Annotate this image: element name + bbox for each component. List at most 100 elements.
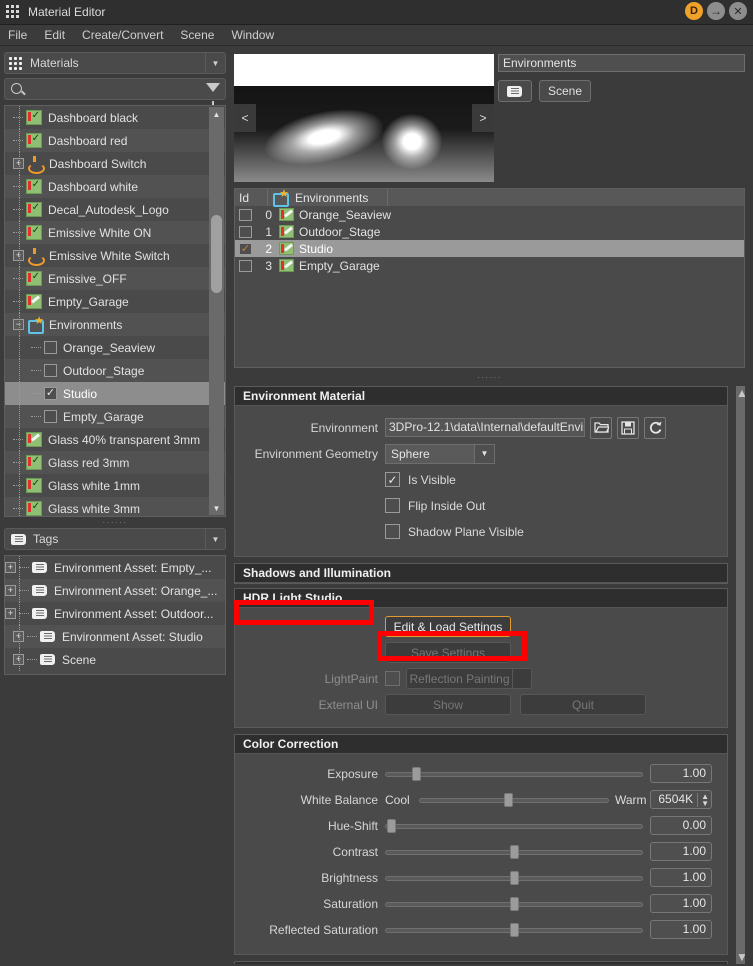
table-row[interactable]: ✓ 2 Studio: [235, 240, 744, 257]
materials-tree[interactable]: Dashboard black Dashboard red +Dashboard S…: [4, 105, 226, 517]
slider-knob[interactable]: [510, 870, 519, 885]
environment-geometry-select[interactable]: Sphere ▼: [385, 443, 495, 464]
materials-tree-item[interactable]: Emissive_OFF: [5, 267, 225, 290]
value-saturation[interactable]: 1.00: [650, 894, 712, 913]
tags-selector[interactable]: Tags ▼: [4, 528, 226, 550]
asset-name-field[interactable]: Environments: [498, 54, 745, 72]
tree-item-checkbox[interactable]: [44, 387, 57, 400]
materials-tree-item[interactable]: Glass white 1mm: [5, 474, 225, 497]
materials-tree-item[interactable]: Empty_Garage: [5, 290, 225, 313]
value-brightness[interactable]: 1.00: [650, 868, 712, 887]
row-checkbox[interactable]: [239, 225, 252, 238]
checkbox-flip-inside-out[interactable]: [385, 498, 400, 513]
tree-item-checkbox[interactable]: [44, 410, 57, 423]
checkbox-shadow-plane-visible[interactable]: [385, 524, 400, 539]
menu-item-scene[interactable]: Scene: [180, 28, 214, 42]
slider-knob[interactable]: [412, 766, 421, 781]
chevron-down-icon[interactable]: ▼: [205, 53, 225, 73]
properties-scrollbar[interactable]: ▲ ▼: [736, 386, 745, 964]
environment-path-input[interactable]: 3DPro-12.1\data\Internal\defaultEnvironm…: [385, 418, 585, 437]
edit-load-settings-button[interactable]: Edit & Load Settings: [385, 616, 511, 637]
table-row[interactable]: 3 Empty_Garage: [235, 257, 744, 274]
scroll-down-icon[interactable]: ▼: [209, 501, 224, 515]
scroll-up-icon[interactable]: ▲: [209, 107, 224, 121]
tags-tree-item[interactable]: + Environment Asset: Outdoor...: [5, 602, 225, 625]
tree-expander-icon[interactable]: +: [5, 562, 16, 573]
scroll-down-icon[interactable]: ▼: [736, 950, 745, 964]
quit-button[interactable]: Quit: [520, 694, 646, 715]
scroll-up-icon[interactable]: ▲: [736, 386, 745, 400]
scene-button[interactable]: Scene: [539, 80, 592, 102]
preview-next-button[interactable]: >: [472, 104, 494, 132]
value-white-balance[interactable]: 6504K ▲ ▼: [650, 790, 712, 809]
slider-brightness[interactable]: [385, 870, 643, 886]
materials-tree-scrollbar[interactable]: ▲ ▼: [209, 107, 224, 515]
materials-tree-item[interactable]: Dashboard red: [5, 129, 225, 152]
slider-knob[interactable]: [510, 896, 519, 911]
tags-tree[interactable]: + Environment Asset: Empty_... + Environmen…: [4, 555, 226, 675]
slider-reflected-saturation[interactable]: [385, 922, 643, 938]
tags-tree-item[interactable]: + Scene: [5, 648, 225, 671]
tags-tree-item[interactable]: + Environment Asset: Empty_...: [5, 556, 225, 579]
row-checkbox[interactable]: [239, 259, 252, 272]
materials-tree-item[interactable]: Emissive White ON: [5, 221, 225, 244]
environment-preview[interactable]: < >: [234, 54, 494, 182]
group-header-environment-material[interactable]: Environment Material: [235, 387, 727, 406]
slider-white-balance[interactable]: [419, 792, 609, 808]
materials-tree-item[interactable]: −Environments: [5, 313, 225, 336]
materials-tree-item[interactable]: Glass red 3mm: [5, 451, 225, 474]
slider-knob[interactable]: [387, 818, 396, 833]
slider-exposure[interactable]: [385, 766, 643, 782]
value-reflected-saturation[interactable]: 1.00: [650, 920, 712, 939]
show-button[interactable]: Show: [385, 694, 511, 715]
slider-hue-shift[interactable]: [385, 818, 643, 834]
row-checkbox[interactable]: ✓: [239, 242, 252, 255]
value-contrast[interactable]: 1.00: [650, 842, 712, 861]
group-header-shadows-illumination[interactable]: Shadows and Illumination: [235, 564, 727, 583]
materials-selector[interactable]: Materials ▼: [4, 52, 226, 74]
lightpaint-checkbox[interactable]: [385, 671, 400, 686]
column-header-environments[interactable]: Environments: [268, 189, 388, 207]
materials-tree-item[interactable]: + Emissive White Switch: [5, 244, 225, 267]
close-icon[interactable]: ✕: [729, 2, 747, 20]
reflection-painting-button[interactable]: Reflection Painting: [406, 668, 513, 689]
group-header-color-correction[interactable]: Color Correction: [235, 735, 727, 754]
save-settings-button[interactable]: Save Settings: [385, 642, 511, 663]
materials-tree-item[interactable]: Orange_Seaview: [5, 336, 225, 359]
search-input[interactable]: [31, 82, 219, 96]
value-exposure[interactable]: 1.00: [650, 764, 712, 783]
menu-item-window[interactable]: Window: [231, 28, 274, 42]
value-hue-shift[interactable]: 0.00: [650, 816, 712, 835]
chevron-down-icon[interactable]: ▼: [205, 529, 225, 549]
floppy-disk-icon[interactable]: [617, 416, 639, 439]
menu-item-edit[interactable]: Edit: [44, 28, 65, 42]
materials-tree-item[interactable]: Studio: [5, 382, 225, 405]
horizontal-splitter[interactable]: ······: [234, 372, 745, 384]
left-splitter[interactable]: ······: [4, 517, 226, 528]
slider-knob[interactable]: [510, 844, 519, 859]
menu-item-file[interactable]: File: [8, 28, 27, 42]
materials-tree-item[interactable]: Glass 40% transparent 3mm: [5, 428, 225, 451]
materials-tree-item[interactable]: Decal_Autodesk_Logo: [5, 198, 225, 221]
search-bar[interactable]: [4, 78, 226, 105]
tag-button[interactable]: [498, 80, 532, 102]
materials-tree-item[interactable]: Dashboard white: [5, 175, 225, 198]
tree-expander-icon[interactable]: +: [5, 608, 16, 619]
tags-tree-item[interactable]: + Environment Asset: Studio: [5, 625, 225, 648]
materials-tree-item[interactable]: Empty_Garage: [5, 405, 225, 428]
slider-saturation[interactable]: [385, 896, 643, 912]
column-header-id[interactable]: Id: [235, 189, 268, 206]
row-checkbox[interactable]: [239, 208, 252, 221]
scroll-thumb[interactable]: [736, 400, 745, 820]
folder-open-icon[interactable]: [590, 416, 612, 439]
checkbox-is-visible[interactable]: ✓: [385, 472, 400, 487]
tags-tree-item[interactable]: + Environment Asset: Orange_...: [5, 579, 225, 602]
filter-icon[interactable]: [206, 83, 220, 105]
materials-tree-item[interactable]: + Dashboard Switch: [5, 152, 225, 175]
table-row[interactable]: 1 Outdoor_Stage: [235, 223, 744, 240]
environments-table[interactable]: Id Environments 0 Orange_Seaview 1 Outdoor_…: [234, 188, 745, 368]
preview-prev-button[interactable]: <: [234, 104, 256, 132]
undock-icon[interactable]: →: [707, 2, 725, 20]
chevron-down-icon[interactable]: ▼: [474, 444, 494, 463]
tree-expander-icon[interactable]: +: [5, 585, 16, 596]
